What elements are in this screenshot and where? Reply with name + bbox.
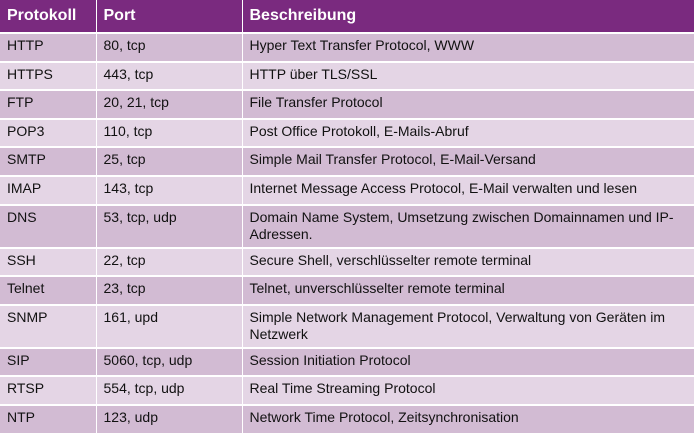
cell-beschreibung: Post Office Protokoll, E-Mails-Abruf — [242, 118, 694, 149]
cell-port: 25, tcp — [96, 147, 243, 177]
protocol-port-table: Protokoll Port Beschreibung HTTP 80, tcp… — [0, 0, 694, 435]
table-row: NTP 123, udp Network Time Protocol, Zeit… — [0, 404, 694, 435]
table-row: SNMP 161, upd Simple Network Management … — [0, 304, 694, 349]
cell-port: 80, tcp — [96, 33, 243, 63]
cell-port: 20, 21, tcp — [96, 90, 243, 120]
cell-port: 143, tcp — [96, 175, 243, 206]
cell-protokoll: Telnet — [0, 276, 97, 306]
table-row: Telnet 23, tcp Telnet, unverschlüsselter… — [0, 276, 694, 306]
cell-beschreibung: Real Time Streaming Protocol — [242, 376, 694, 406]
cell-protokoll: DNS — [0, 204, 97, 249]
table-row: SIP 5060, tcp, udp Session Initiation Pr… — [0, 347, 694, 378]
cell-port: 23, tcp — [96, 276, 243, 306]
table-row: SMTP 25, tcp Simple Mail Transfer Protoc… — [0, 147, 694, 177]
cell-protokoll: SSH — [0, 247, 97, 278]
cell-protokoll: SMTP — [0, 147, 97, 177]
table-row: FTP 20, 21, tcp File Transfer Protocol — [0, 90, 694, 120]
cell-port: 22, tcp — [96, 247, 243, 278]
cell-protokoll: IMAP — [0, 175, 97, 206]
cell-protokoll: RTSP — [0, 376, 97, 406]
cell-beschreibung: Session Initiation Protocol — [242, 347, 694, 378]
cell-beschreibung: Simple Mail Transfer Protocol, E-Mail-Ve… — [242, 147, 694, 177]
table-body: HTTP 80, tcp Hyper Text Transfer Protoco… — [0, 33, 694, 435]
cell-beschreibung: File Transfer Protocol — [242, 90, 694, 120]
table-row: HTTPS 443, tcp HTTP über TLS/SSL — [0, 61, 694, 92]
cell-port: 443, tcp — [96, 61, 243, 92]
cell-port: 110, tcp — [96, 118, 243, 149]
header-row: Protokoll Port Beschreibung — [0, 0, 694, 34]
cell-port: 53, tcp, udp — [96, 204, 243, 249]
table-header: Protokoll Port Beschreibung — [0, 0, 694, 34]
cell-beschreibung: Simple Network Management Protocol, Verw… — [242, 304, 694, 349]
column-header-beschreibung: Beschreibung — [242, 0, 694, 34]
table-row: HTTP 80, tcp Hyper Text Transfer Protoco… — [0, 33, 694, 63]
cell-port: 5060, tcp, udp — [96, 347, 243, 378]
table-row: RTSP 554, tcp, udp Real Time Streaming P… — [0, 376, 694, 406]
table-row: DNS 53, tcp, udp Domain Name System, Ums… — [0, 204, 694, 249]
table-row: SSH 22, tcp Secure Shell, verschlüsselte… — [0, 247, 694, 278]
cell-protokoll: FTP — [0, 90, 97, 120]
cell-protokoll: NTP — [0, 404, 97, 435]
cell-protokoll: HTTPS — [0, 61, 97, 92]
cell-beschreibung: Network Time Protocol, Zeitsynchronisati… — [242, 404, 694, 435]
column-header-protokoll: Protokoll — [0, 0, 97, 34]
column-header-port: Port — [96, 0, 243, 34]
cell-port: 161, upd — [96, 304, 243, 349]
cell-protokoll: HTTP — [0, 33, 97, 63]
cell-protokoll: POP3 — [0, 118, 97, 149]
cell-beschreibung: Telnet, unverschlüsselter remote termina… — [242, 276, 694, 306]
table-row: POP3 110, tcp Post Office Protokoll, E-M… — [0, 118, 694, 149]
cell-beschreibung: Hyper Text Transfer Protocol, WWW — [242, 33, 694, 63]
cell-beschreibung: HTTP über TLS/SSL — [242, 61, 694, 92]
cell-protokoll: SIP — [0, 347, 97, 378]
cell-port: 554, tcp, udp — [96, 376, 243, 406]
cell-beschreibung: Secure Shell, verschlüsselter remote ter… — [242, 247, 694, 278]
cell-beschreibung: Domain Name System, Umsetzung zwischen D… — [242, 204, 694, 249]
table-row: IMAP 143, tcp Internet Message Access Pr… — [0, 175, 694, 206]
cell-protokoll: SNMP — [0, 304, 97, 349]
cell-port: 123, udp — [96, 404, 243, 435]
cell-beschreibung: Internet Message Access Protocol, E-Mail… — [242, 175, 694, 206]
protocol-table-container: Protokoll Port Beschreibung HTTP 80, tcp… — [0, 0, 694, 435]
